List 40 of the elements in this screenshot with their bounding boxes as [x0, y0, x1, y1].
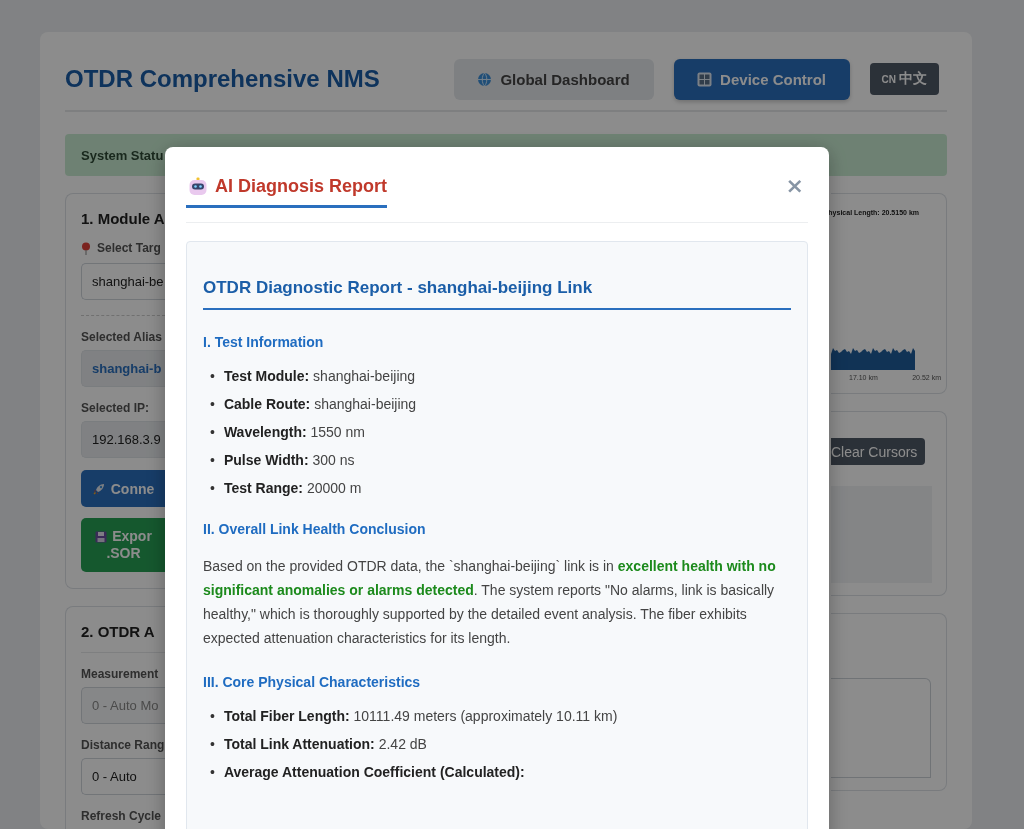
list-item: • Cable Route: shanghai-beijing — [210, 395, 418, 413]
status-text: System Statu — [81, 147, 164, 163]
connect-button[interactable]: Conne — [81, 470, 166, 507]
section-heading: II. Overall Link Health Conclusion — [203, 521, 427, 537]
rocket-icon — [92, 482, 105, 495]
alias-field: shanghai-b — [81, 350, 165, 387]
field-label: Distance Rang — [81, 738, 165, 752]
list-item: • Total Link Attenuation: 2.42 dB — [210, 735, 428, 753]
report-paragraph: Based on the provided OTDR data, the `shanghai-beijing` link is in excellent health with no significant anomalies or alarms detected. The system reports "No alarms, link is basically healthy," which is thoroughly supported by the detailed event analysis. The fiber exhibits expected attenuation characteristics for its length. — [203, 557, 777, 648]
list-item: • Test Range: 20000 m — [210, 479, 363, 497]
list-item: • Wavelength: 1550 nm — [210, 423, 366, 441]
export-button[interactable]: Expor .SOR — [81, 518, 166, 572]
pin-icon — [81, 241, 91, 255]
section-heading: III. Core Physical Characteristics — [203, 674, 422, 690]
app-title: OTDR Comprehensive NMS — [65, 65, 381, 93]
list-item: • Average Attenuation Coefficient (Calculated): — [210, 763, 526, 781]
close-button[interactable]: × — [781, 175, 808, 197]
field-label: Refresh Cycle — [81, 809, 163, 823]
field-label: Select Targ — [97, 241, 161, 255]
mode-select[interactable]: 0 - Auto — [81, 758, 165, 795]
panel-title: 1. Module A — [81, 210, 165, 227]
globe-icon — [477, 71, 493, 87]
list-item: • Test Module: shanghai-beijing — [210, 367, 417, 385]
list-item: • Total Fiber Length: 10111.49 meters (approximately 10.11 km) — [210, 707, 619, 725]
nav-button[interactable]: Global Dashboard — [453, 58, 654, 100]
clear-cursors-button[interactable]: Clear Cursors — [831, 438, 926, 465]
language-button[interactable]: CN 中文 — [869, 63, 939, 95]
list-item: • Pulse Width: 300 ns — [210, 451, 356, 469]
target-select[interactable]: shanghai-be — [81, 263, 165, 300]
dialog-title: AI Diagnosis Report — [215, 176, 388, 197]
mode-select: 0 - Auto Mo — [81, 687, 165, 724]
grid-icon — [697, 71, 713, 87]
robot-icon — [188, 176, 208, 197]
nav-button[interactable]: Device Control — [673, 58, 850, 100]
field-label: Selected Alias — [81, 330, 163, 344]
field-label: Selected IP: — [81, 401, 151, 415]
report-heading: OTDR Diagnostic Report - shanghai-beijing Link — [203, 278, 791, 310]
ip-field: 192.168.3.9 — [81, 421, 165, 458]
field-label: Measurement — [81, 667, 160, 681]
section-heading: I. Test Information — [203, 334, 325, 350]
